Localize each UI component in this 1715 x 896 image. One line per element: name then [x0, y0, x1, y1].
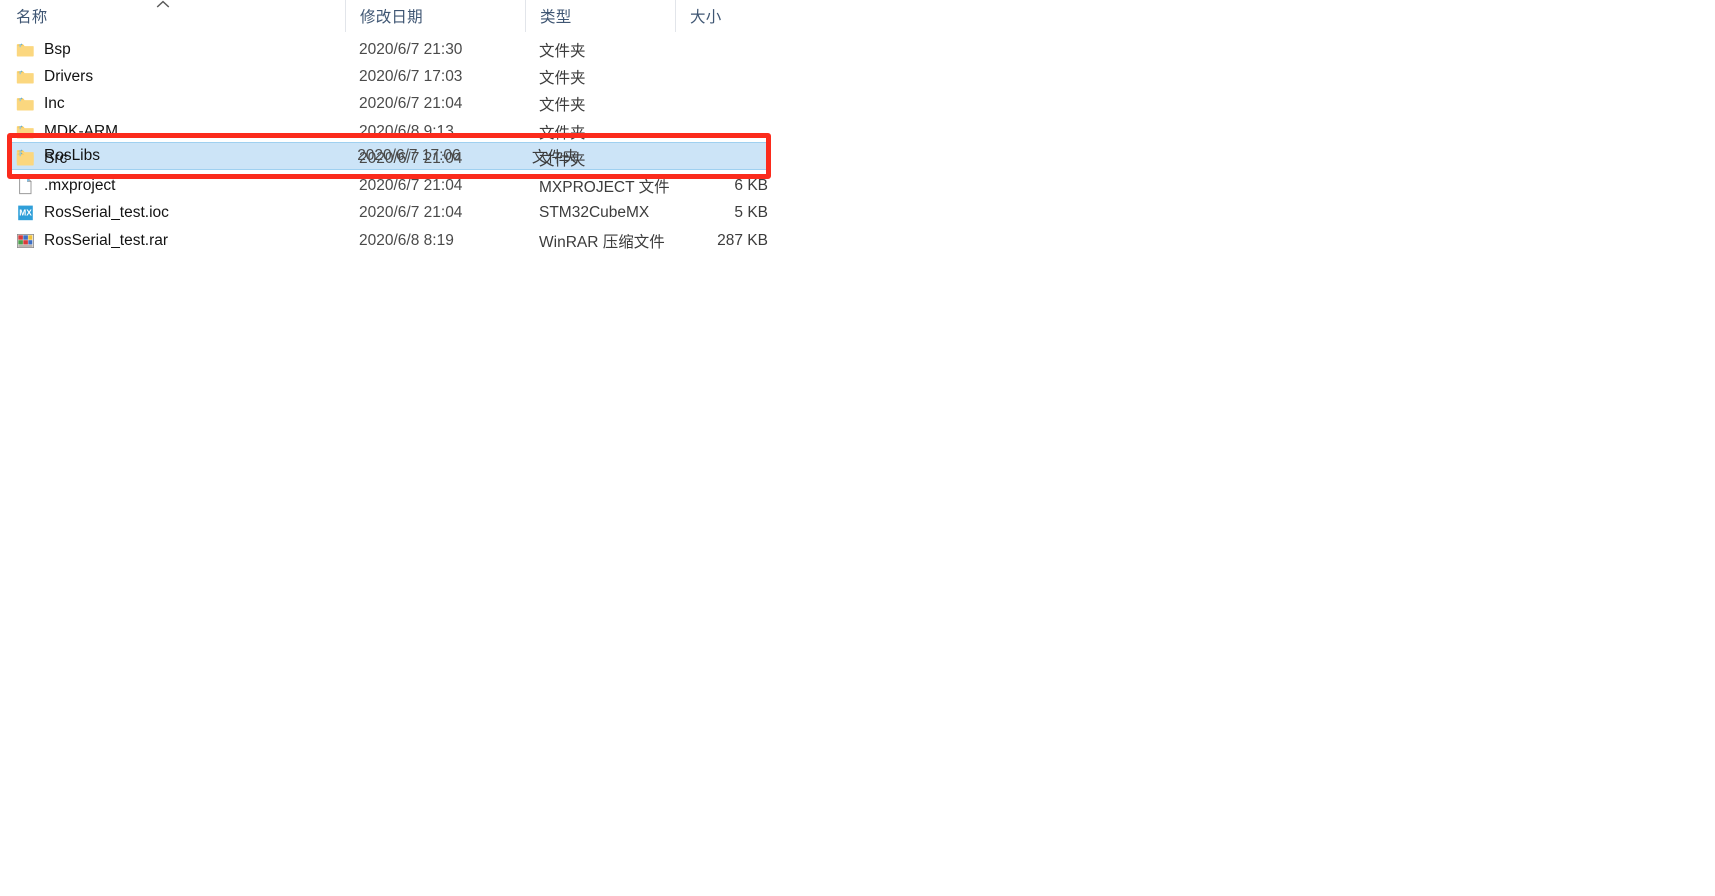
cell-size [675, 91, 780, 118]
file-name-label: RosSerial_test.ioc [44, 204, 169, 222]
folder-icon [16, 41, 35, 59]
cell-size: 6 KB [734, 177, 768, 195]
cell-date-modified: 2020/6/7 21:04 [359, 149, 463, 167]
file-name-label: Inc [44, 95, 65, 113]
cell-size [675, 63, 780, 90]
cell-type: 文件夹 [539, 69, 586, 87]
cubemx-file-icon: MX [16, 204, 35, 222]
column-header-name-label: 名称 [16, 9, 48, 26]
file-name-label: .mxproject [44, 177, 116, 195]
cell-size [675, 36, 780, 63]
column-header-size[interactable]: 大小 [675, 0, 780, 32]
generic-file-icon [16, 177, 35, 195]
cell-type: 文件夹 [539, 42, 586, 60]
cell-name[interactable]: Inc [0, 91, 345, 118]
cell-date-modified: 2020/6/7 21:04 [359, 177, 463, 195]
cell-type: 文件夹 [539, 97, 586, 115]
file-name-label: Src [44, 149, 68, 167]
cell-name[interactable]: .mxproject [0, 172, 345, 199]
winrar-file-icon [16, 232, 35, 250]
cell-date-modified: 2020/6/8 8:19 [359, 231, 454, 249]
sort-ascending-caret-icon [155, 0, 171, 10]
table-row[interactable]: MX RosSerial_test.ioc 2020/6/7 21:04 STM32C… [0, 200, 1715, 227]
cell-name[interactable]: RosSerial_test.rar [0, 227, 345, 254]
table-row[interactable]: Inc 2020/6/7 21:04 文件夹 [0, 91, 1715, 118]
folder-icon [16, 95, 35, 113]
cell-type: MXPROJECT 文件 [539, 179, 670, 197]
cell-name[interactable]: MX RosSerial_test.ioc [0, 200, 345, 227]
cell-size: 287 KB [717, 231, 768, 249]
folder-icon [16, 150, 35, 168]
file-explorer-details-view: 名称 修改日期 类型 大小 Bsp 2020/6/7 21:30 文件夹 Driver… [0, 0, 1715, 896]
cell-size [675, 145, 780, 172]
column-header-date-modified[interactable]: 修改日期 [345, 0, 525, 32]
cell-name[interactable]: Src [0, 145, 345, 172]
cell-type: STM32CubeMX [539, 204, 650, 222]
cell-type: WinRAR 压缩文件 [539, 233, 665, 251]
file-name-label: MDK-ARM [44, 122, 119, 140]
column-header-type[interactable]: 类型 [525, 0, 675, 32]
column-header-size-label: 大小 [690, 9, 722, 26]
folder-icon [16, 123, 35, 141]
cell-date-modified: 2020/6/7 21:04 [359, 95, 463, 113]
cell-date-modified: 2020/6/7 21:30 [359, 40, 463, 58]
table-row[interactable]: Bsp 2020/6/7 21:30 文件夹 [0, 36, 1715, 63]
file-list: Bsp 2020/6/7 21:30 文件夹 Drivers 2020/6/7 17:0… [0, 36, 1715, 254]
table-row[interactable]: Src 2020/6/7 21:04 文件夹 [0, 145, 1715, 172]
cell-type: 文件夹 [539, 151, 586, 169]
column-header-date-label: 修改日期 [360, 9, 423, 26]
column-header-row: 名称 修改日期 类型 大小 [0, 0, 780, 32]
cell-date-modified: 2020/6/7 17:03 [359, 67, 463, 85]
column-header-type-label: 类型 [540, 9, 572, 26]
cell-name[interactable]: Bsp [0, 36, 345, 63]
table-row[interactable]: .mxproject 2020/6/7 21:04 MXPROJECT 文件 6 KB [0, 172, 1715, 199]
cell-size: 5 KB [734, 204, 768, 222]
svg-text:MX: MX [19, 208, 32, 218]
table-row[interactable]: Drivers 2020/6/7 17:03 文件夹 [0, 63, 1715, 90]
folder-icon [16, 68, 35, 86]
cell-name[interactable]: Drivers [0, 63, 345, 90]
cell-date-modified: 2020/6/7 21:04 [359, 204, 463, 222]
file-name-label: Drivers [44, 67, 94, 85]
table-row[interactable]: RosSerial_test.rar 2020/6/8 8:19 WinRAR 压缩… [0, 227, 1715, 254]
column-header-name[interactable]: 名称 [0, 0, 345, 32]
file-name-label: Bsp [44, 40, 71, 58]
file-name-label: RosSerial_test.rar [44, 231, 169, 249]
